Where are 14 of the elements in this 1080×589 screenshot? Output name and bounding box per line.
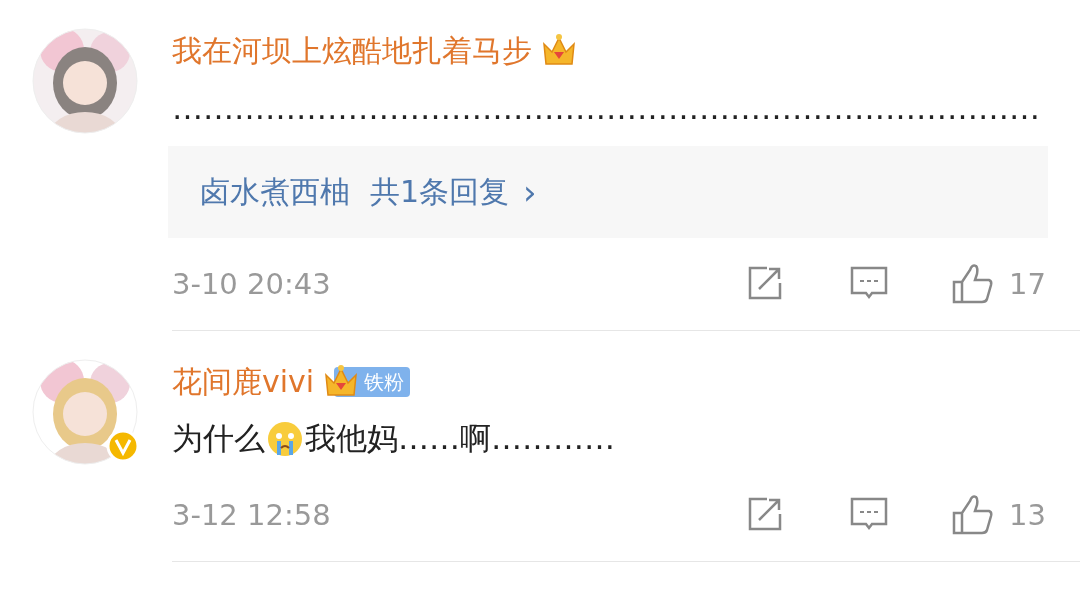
comment-text: 为什么	[172, 419, 265, 458]
reply-author[interactable]: 卤水煮西柚	[200, 171, 350, 213]
crying-face-icon	[267, 421, 303, 457]
like-count: 13	[1009, 498, 1046, 532]
reply-preview[interactable]: 卤水煮西柚 共1条回复 ›	[168, 146, 1048, 238]
username[interactable]: 我在河坝上炫酷地扎着马步	[172, 30, 532, 72]
comment-text: …………………………………………………………………………	[172, 90, 1040, 126]
like-count: 17	[1009, 267, 1046, 301]
chevron-icon: ›	[523, 172, 537, 212]
comment-text: 我他妈……啊…………	[305, 419, 615, 458]
username[interactable]: 花间鹿vivi	[172, 361, 315, 403]
timestamp: 3-10 20:43	[172, 267, 332, 301]
reply-count[interactable]: 共1条回复	[370, 171, 510, 213]
timestamp: 3-12 12:58	[172, 498, 332, 532]
